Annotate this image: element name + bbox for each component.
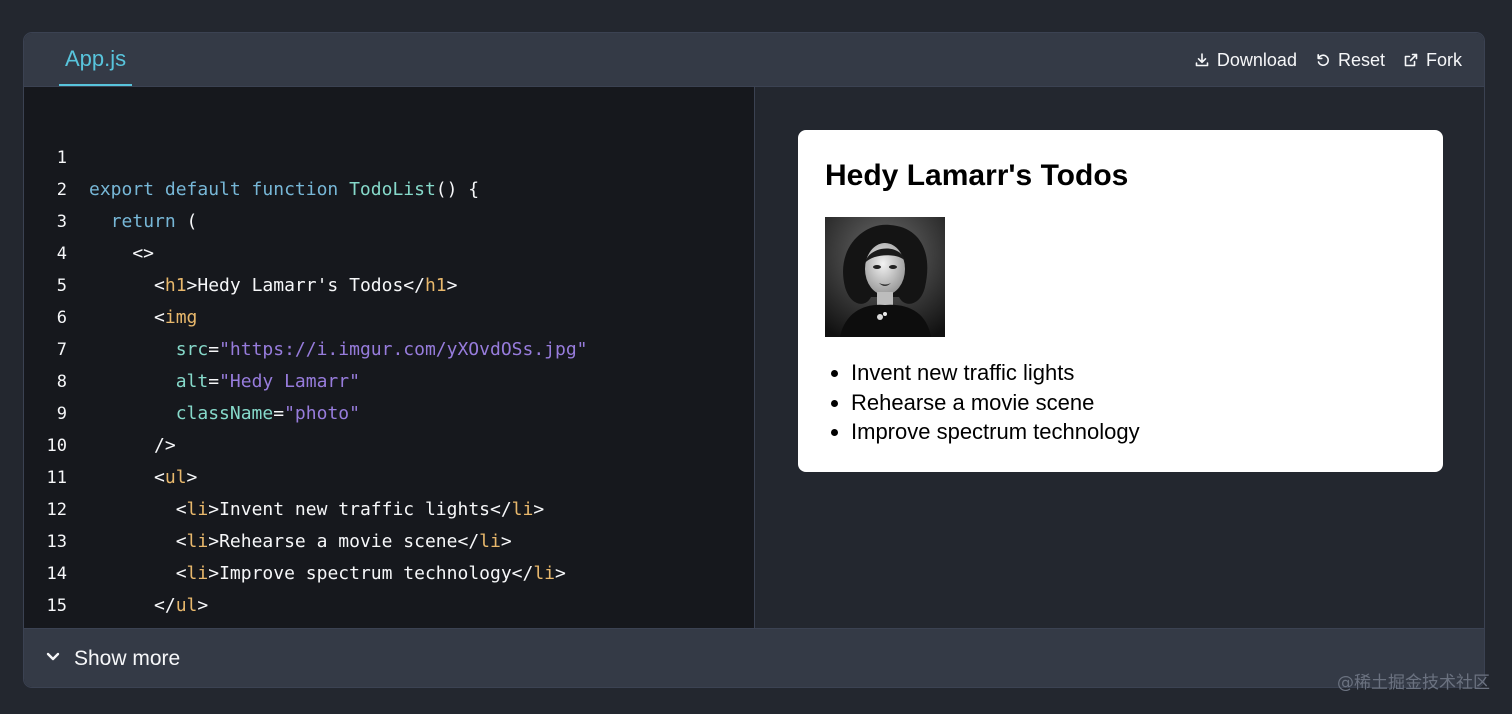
- code-line: 7 alt="Hedy Lamarr": [24, 302, 754, 392]
- chevron-down-icon: [44, 647, 62, 671]
- code-line: 3 <>: [24, 174, 754, 264]
- code-line: 15 </>: [24, 558, 754, 628]
- code-line: 10 <ul>: [24, 398, 754, 488]
- editor-toolbar: App.js Download Reset Fork: [24, 33, 1484, 87]
- preview-title: Hedy Lamarr's Todos: [825, 159, 1129, 192]
- code-line: 8 className="photo": [24, 334, 754, 424]
- fork-button[interactable]: Fork: [1403, 50, 1462, 71]
- preview-pane: Hedy Lamarr's Todos • Invent new traffic…: [755, 87, 1484, 628]
- todo-item: Invent new traffic lights: [851, 358, 1140, 388]
- reset-label: Reset: [1337, 49, 1385, 70]
- show-more-label: Show more: [74, 647, 181, 670]
- code-line: 1 export default function TodoList() {: [24, 110, 754, 200]
- reset-icon: [1315, 52, 1331, 68]
- preview-frame: Hedy Lamarr's Todos • Invent new traffic…: [798, 130, 1443, 472]
- code-line: 11 <li>Invent new traffic lights</li>: [24, 430, 754, 520]
- code-line: 13 <li>Improve spectrum technology</li>: [24, 494, 754, 584]
- toolbar-actions: Download Reset Fork: [1194, 33, 1462, 87]
- portrait-photo: [825, 217, 945, 337]
- code-line: 6 src="https://i.imgur.com/yXOvdOSs.jpg": [24, 270, 754, 360]
- download-button[interactable]: Download: [1194, 50, 1297, 71]
- fork-label: Fork: [1426, 49, 1462, 70]
- reset-button[interactable]: Reset: [1315, 50, 1385, 71]
- code-line: 16 );: [24, 590, 754, 622]
- code-line: 14 </ul>: [24, 526, 754, 616]
- tab-app-js[interactable]: App.js: [59, 33, 133, 86]
- code-line: 2 return (: [24, 142, 754, 232]
- download-icon: [1194, 52, 1210, 68]
- code-line: 12 <li>Rehearse a movie scene</li>: [24, 462, 754, 552]
- show-more-button[interactable]: Show more: [24, 628, 1484, 687]
- watermark: @稀土掘金技术社区: [1337, 673, 1490, 693]
- code-line: 4 <h1>Hedy Lamarr's Todos</h1>: [24, 206, 754, 296]
- download-label: Download: [1216, 49, 1297, 70]
- code-line: 5 <img: [24, 238, 754, 328]
- todo-item: Improve spectrum technology: [851, 417, 1140, 447]
- todo-item: Rehearse a movie scene: [851, 388, 1140, 418]
- todo-list: Invent new traffic lights Rehearse a mov…: [825, 358, 1140, 447]
- code-sandbox: App.js Download Reset Fork 1 export defa…: [23, 32, 1485, 688]
- code-line: 9 />: [24, 366, 754, 456]
- external-link-icon: [1403, 52, 1419, 68]
- code-editor[interactable]: 1 export default function TodoList() { 2…: [24, 87, 755, 628]
